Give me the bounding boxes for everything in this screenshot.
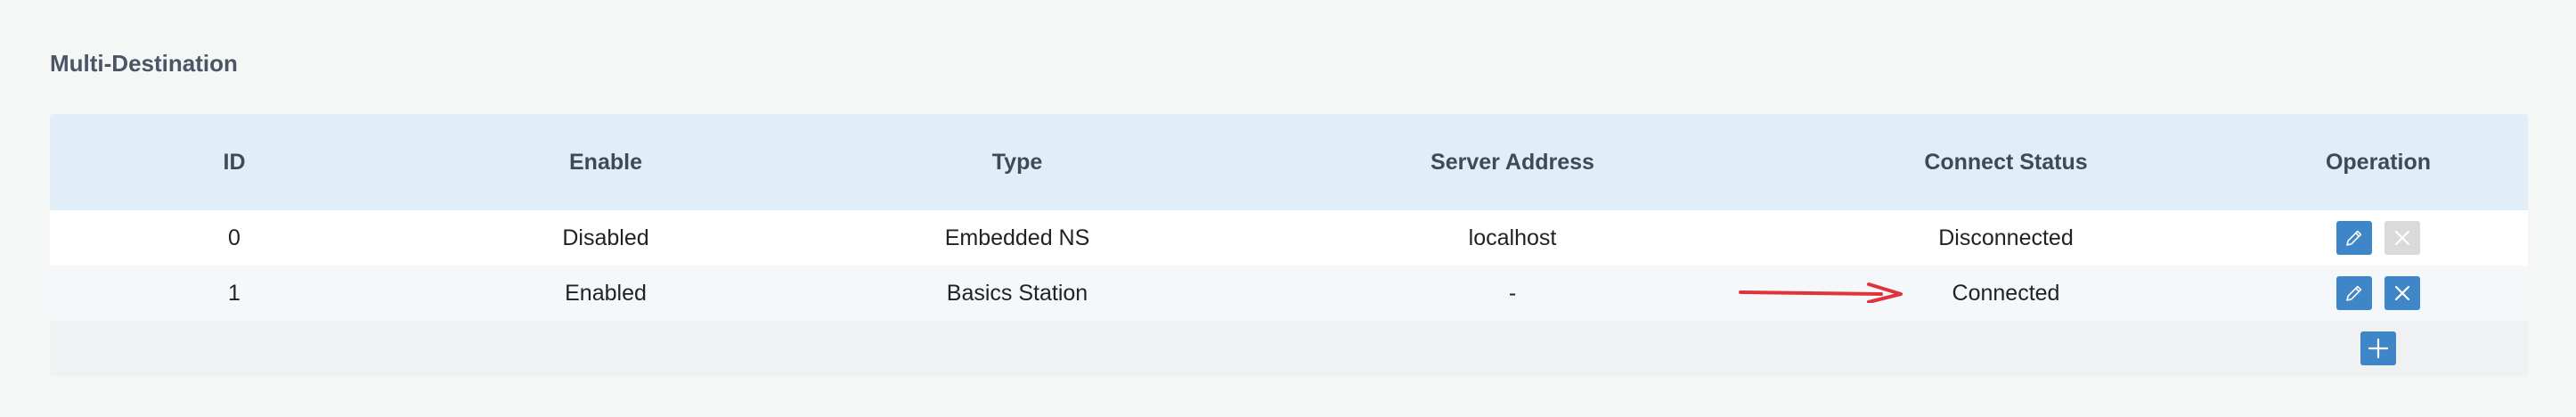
column-header-server-address: Server Address bbox=[1431, 149, 1594, 175]
close-icon bbox=[2394, 285, 2410, 301]
annotation-arrow-icon bbox=[1739, 282, 1903, 303]
section-title: Multi-Destination bbox=[50, 50, 238, 77]
cell-type: Basics Station bbox=[946, 280, 1088, 306]
plus-icon bbox=[2368, 338, 2389, 359]
cell-id: 1 bbox=[228, 280, 240, 306]
table-row: 0 Disabled Embedded NS localhost Disconn… bbox=[50, 210, 2528, 266]
cell-server-address: - bbox=[1508, 280, 1517, 306]
close-icon bbox=[2394, 230, 2410, 246]
pencil-icon bbox=[2346, 285, 2362, 301]
multi-destination-table: ID Enable Type Server Address Connect St… bbox=[50, 114, 2528, 376]
column-header-enable: Enable bbox=[569, 149, 642, 175]
cell-enable: Disabled bbox=[562, 225, 649, 250]
pencil-icon bbox=[2346, 230, 2362, 246]
cell-operation bbox=[2229, 276, 2528, 310]
add-cell bbox=[2229, 331, 2528, 365]
cell-type: Embedded NS bbox=[944, 225, 1090, 250]
column-header-operation: Operation bbox=[2325, 149, 2432, 175]
cell-id: 0 bbox=[228, 225, 240, 250]
add-row bbox=[50, 321, 2528, 376]
edit-button[interactable] bbox=[2336, 276, 2372, 310]
cell-server-address: localhost bbox=[1468, 225, 1557, 250]
column-header-type: Type bbox=[991, 149, 1043, 175]
cell-operation bbox=[2229, 221, 2528, 255]
delete-button[interactable] bbox=[2384, 276, 2420, 310]
cell-connect-status: Disconnected bbox=[1938, 225, 2074, 250]
column-header-connect-status: Connect Status bbox=[1924, 149, 2088, 175]
table-row: 1 Enabled Basics Station - Connected bbox=[50, 266, 2528, 321]
cell-enable: Enabled bbox=[565, 280, 647, 306]
delete-button[interactable] bbox=[2384, 221, 2420, 255]
column-header-id: ID bbox=[223, 149, 246, 175]
edit-button[interactable] bbox=[2336, 221, 2372, 255]
table-header: ID Enable Type Server Address Connect St… bbox=[50, 114, 2528, 210]
add-destination-button[interactable] bbox=[2360, 331, 2396, 365]
